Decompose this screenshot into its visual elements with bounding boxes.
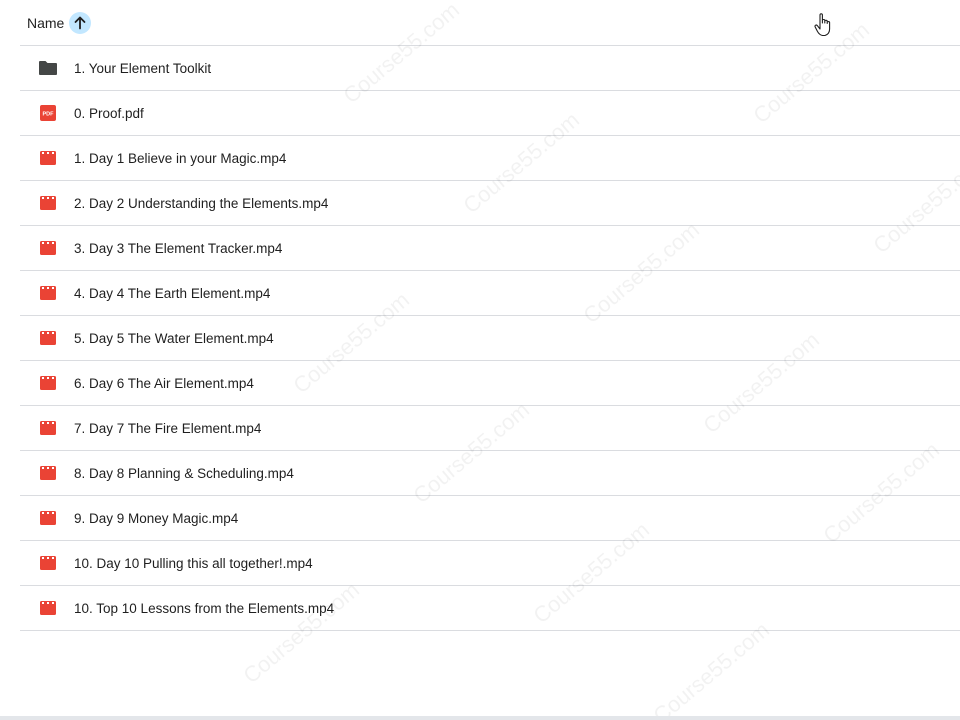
watermark: Course55.com <box>648 617 775 720</box>
file-list: 1. Your Element Toolkit PDF 0. Proof.pdf… <box>20 46 960 631</box>
list-item[interactable]: 1. Day 1 Believe in your Magic.mp4 <box>20 136 960 181</box>
file-name: 8. Day 8 Planning & Scheduling.mp4 <box>74 465 294 481</box>
video-icon <box>38 373 58 393</box>
file-name: 3. Day 3 The Element Tracker.mp4 <box>74 240 283 256</box>
file-name: 1. Your Element Toolkit <box>74 60 212 76</box>
file-name: 10. Day 10 Pulling this all together!.mp… <box>74 555 313 571</box>
file-name: 7. Day 7 The Fire Element.mp4 <box>74 420 262 436</box>
hand-pointer-cursor-icon <box>814 13 832 37</box>
list-item[interactable]: 10. Top 10 Lessons from the Elements.mp4 <box>20 586 960 631</box>
file-name: 4. Day 4 The Earth Element.mp4 <box>74 285 271 301</box>
file-name: 2. Day 2 Understanding the Elements.mp4 <box>74 195 329 211</box>
list-item[interactable]: PDF 0. Proof.pdf <box>20 91 960 136</box>
list-item[interactable]: 6. Day 6 The Air Element.mp4 <box>20 361 960 406</box>
video-icon <box>38 238 58 258</box>
list-item[interactable]: 4. Day 4 The Earth Element.mp4 <box>20 271 960 316</box>
sort-by-name-button[interactable]: Name <box>27 11 92 34</box>
file-name: 1. Day 1 Believe in your Magic.mp4 <box>74 150 287 166</box>
file-name: 5. Day 5 The Water Element.mp4 <box>74 330 274 346</box>
list-item[interactable]: 7. Day 7 The Fire Element.mp4 <box>20 406 960 451</box>
file-name: 6. Day 6 The Air Element.mp4 <box>74 375 254 391</box>
video-icon <box>38 193 58 213</box>
arrow-upward-icon[interactable] <box>69 11 92 34</box>
video-icon <box>38 598 58 618</box>
video-icon <box>38 328 58 348</box>
video-icon <box>38 418 58 438</box>
list-item[interactable]: 2. Day 2 Understanding the Elements.mp4 <box>20 181 960 226</box>
list-item[interactable]: 10. Day 10 Pulling this all together!.mp… <box>20 541 960 586</box>
file-name: 9. Day 9 Money Magic.mp4 <box>74 510 239 526</box>
list-item[interactable]: 3. Day 3 The Element Tracker.mp4 <box>20 226 960 271</box>
file-list-page: Name 1. Your Element Toolkit PDF 0. Proo… <box>0 0 960 720</box>
folder-icon <box>38 58 58 78</box>
video-icon <box>38 148 58 168</box>
list-item[interactable]: 9. Day 9 Money Magic.mp4 <box>20 496 960 541</box>
bottom-scroll-edge <box>0 716 960 720</box>
pdf-icon: PDF <box>38 103 58 123</box>
video-icon <box>38 553 58 573</box>
list-item[interactable]: 8. Day 8 Planning & Scheduling.mp4 <box>20 451 960 496</box>
file-name: 10. Top 10 Lessons from the Elements.mp4 <box>74 600 335 616</box>
list-item[interactable]: 5. Day 5 The Water Element.mp4 <box>20 316 960 361</box>
name-column-label: Name <box>27 14 65 31</box>
video-icon <box>38 463 58 483</box>
video-icon <box>38 283 58 303</box>
file-name: 0. Proof.pdf <box>74 105 144 121</box>
video-icon <box>38 508 58 528</box>
svg-text:PDF: PDF <box>43 112 55 118</box>
list-item[interactable]: 1. Your Element Toolkit <box>20 46 960 91</box>
